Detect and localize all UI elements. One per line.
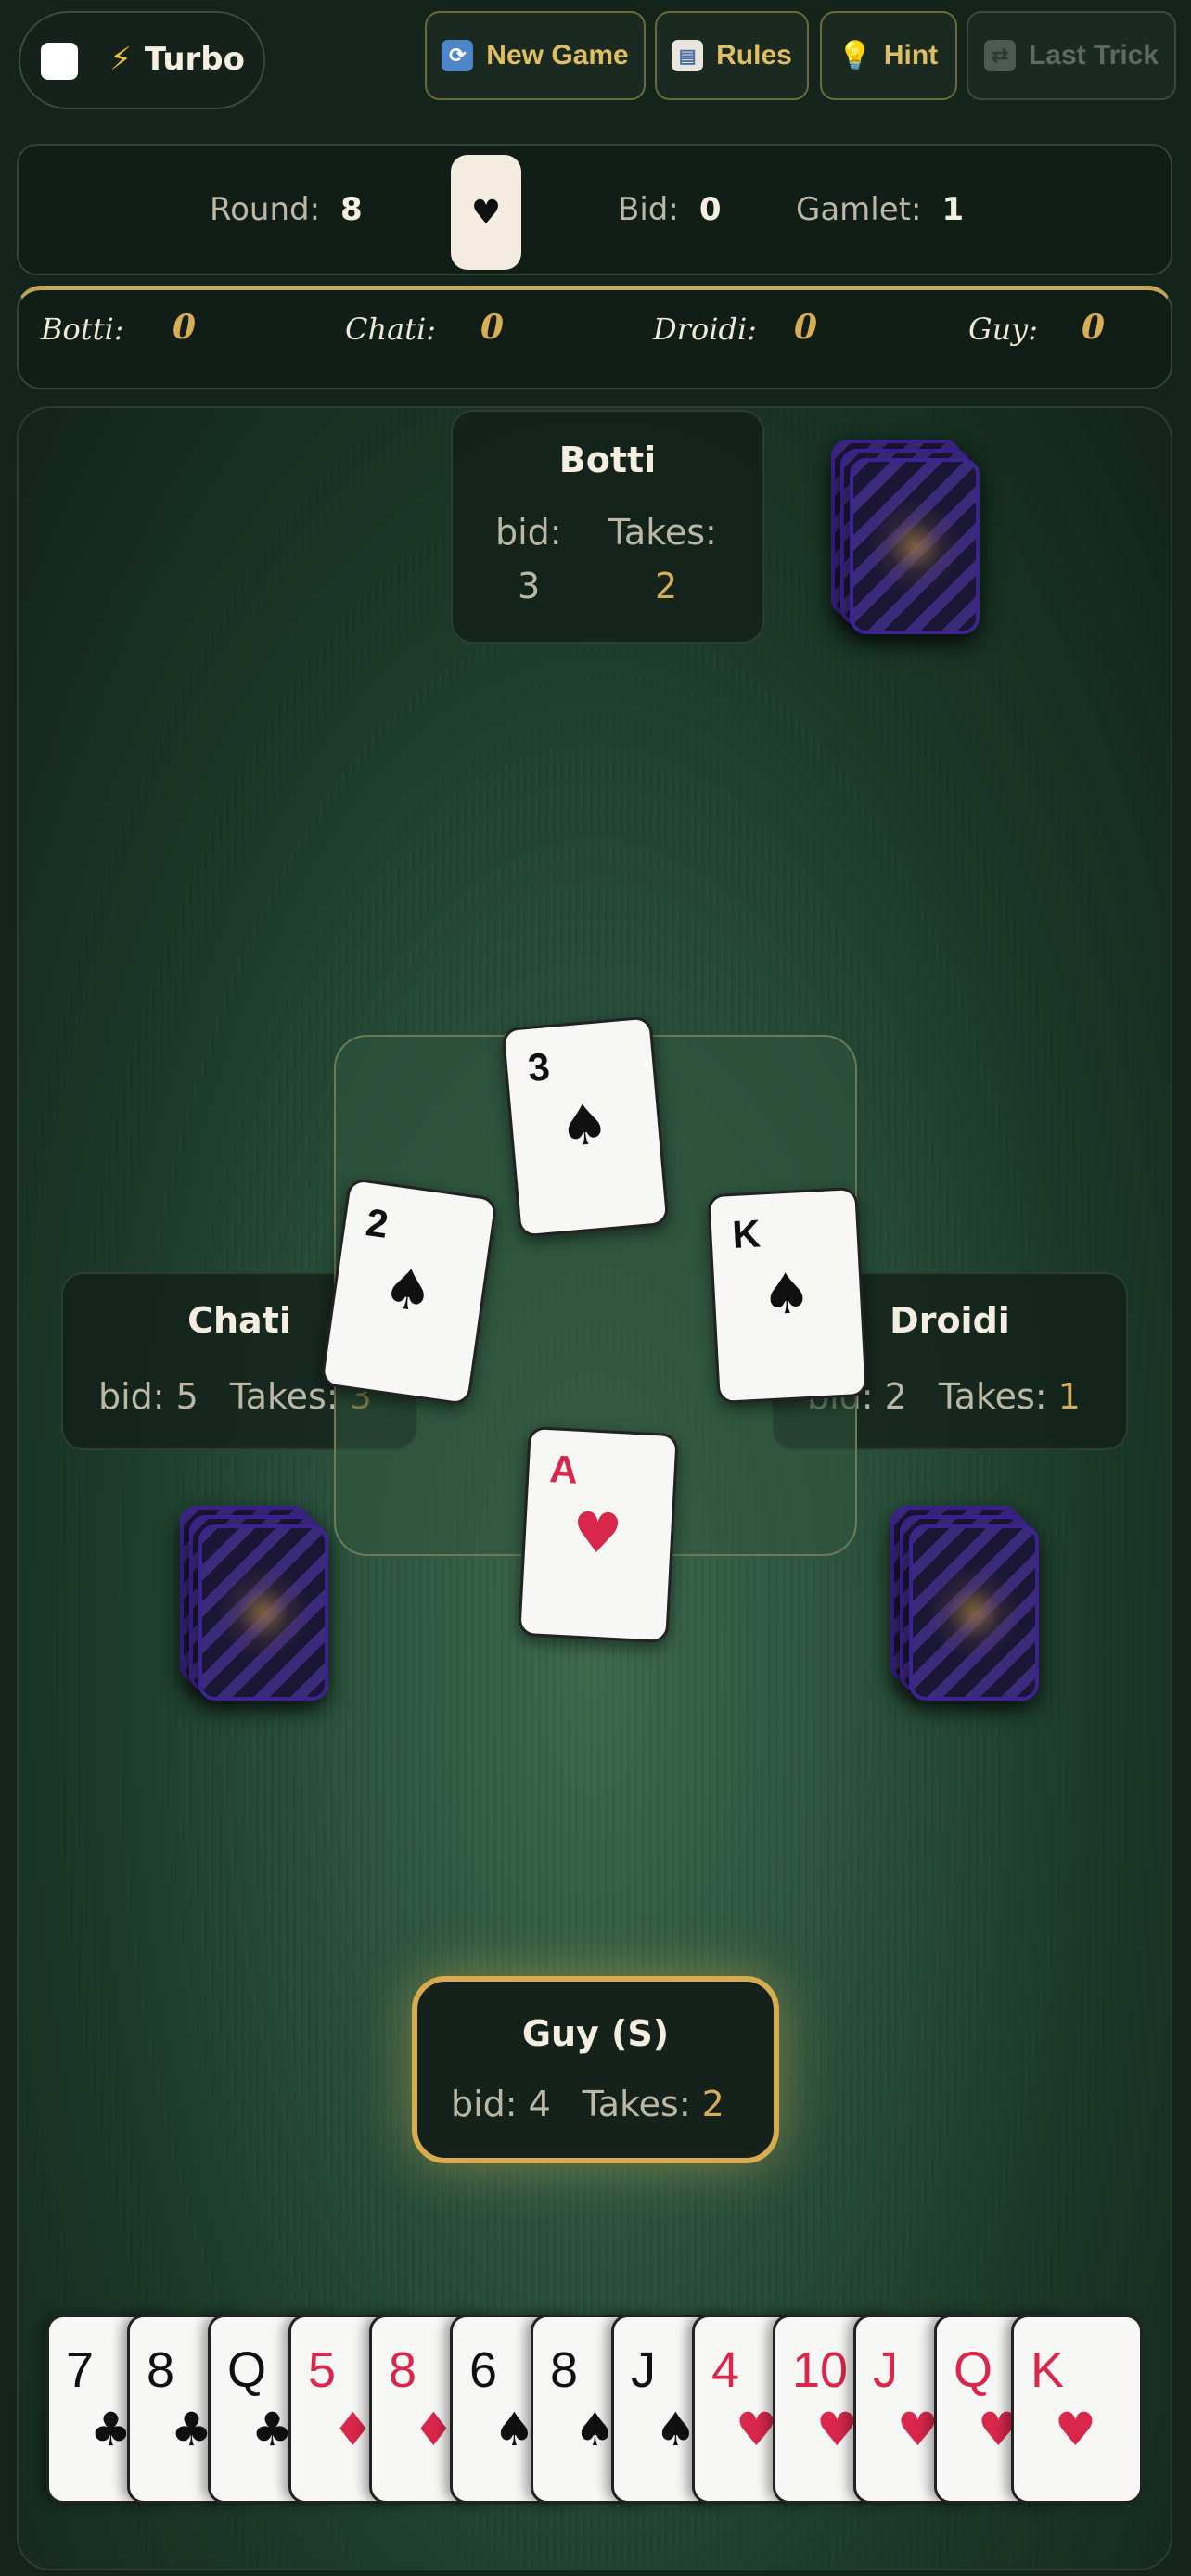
card-rank: K	[1031, 2342, 1065, 2398]
club-icon: ♣	[251, 2403, 293, 2456]
takes-value-north: 2	[655, 566, 678, 606]
played-card-east: K ♠	[707, 1186, 868, 1405]
club-icon: ♣	[90, 2403, 132, 2456]
book-icon: ▤	[672, 40, 704, 71]
spade-icon: ♠	[493, 2403, 535, 2456]
takes-value-south: 2	[701, 2084, 724, 2124]
turbo-text: Turbo	[144, 41, 246, 78]
takes-label-west: Takes:	[229, 1376, 339, 1417]
new-game-button[interactable]: ⟳ New Game	[425, 11, 646, 100]
card-rank: Q	[227, 2342, 267, 2398]
bid-value-west: 5	[175, 1376, 198, 1417]
hand-card-k-hearts[interactable]: K ♥	[1011, 2315, 1143, 2504]
gamlet-value: 1	[941, 191, 965, 228]
bid-value-north: 3	[518, 566, 541, 606]
repeat-icon: ⇄	[983, 40, 1016, 71]
card-rank: A	[548, 1447, 580, 1492]
score-name-guy: Guy:	[968, 312, 1039, 347]
hint-button[interactable]: 💡 Hint	[820, 11, 957, 100]
spade-icon: ♠	[574, 2403, 616, 2456]
bid-label-south: bid:	[451, 2084, 518, 2124]
card-rank: J	[873, 2342, 898, 2398]
bid-value: 0	[698, 191, 722, 228]
card-rank: 3	[526, 1044, 552, 1090]
card-rank: 6	[469, 2342, 498, 2398]
turbo-toggle[interactable]: ⚡ Turbo	[19, 11, 265, 109]
played-card-west: 2 ♠	[320, 1177, 498, 1407]
card-rank: 7	[66, 2342, 95, 2398]
bid-label-north: bid:	[495, 512, 562, 553]
diamond-icon: ♦	[332, 2403, 374, 2456]
game-info-bar	[17, 144, 1172, 275]
round-indicator: Round: 8	[210, 144, 363, 275]
takes-value-east: 1	[1057, 1376, 1081, 1417]
diamond-icon: ♦	[413, 2403, 455, 2456]
stats-south: bid: 4 Takes: 2	[451, 2084, 724, 2124]
gamlet-indicator: Gamlet: 1	[796, 144, 964, 275]
refresh-icon: ⟳	[442, 40, 474, 71]
lightning-icon: ⚡	[109, 41, 132, 78]
score-value-guy: 0	[1082, 308, 1106, 347]
played-card-north: 3 ♠	[501, 1015, 670, 1238]
card-back	[850, 458, 980, 634]
bid-indicator: Bid: 0	[618, 144, 721, 275]
card-rank: 5	[308, 2342, 337, 2398]
heart-icon: ♥	[1055, 2403, 1096, 2456]
heart-icon: ♥	[897, 2403, 939, 2456]
player-panel-north: Botti bid: Takes: 3 2	[451, 410, 764, 644]
takes-label-south: Takes:	[582, 2084, 691, 2124]
card-back	[909, 1524, 1039, 1701]
round-value: 8	[340, 191, 363, 228]
heart-icon: ♥	[736, 2403, 777, 2456]
heart-icon: ♥	[570, 1499, 624, 1568]
score-name-chati: Chati:	[345, 312, 437, 347]
card-rank: 2	[363, 1200, 391, 1246]
card-rank: Q	[954, 2342, 993, 2398]
trump-suit-card: ♥	[451, 155, 521, 270]
card-rank: J	[631, 2342, 656, 2398]
score-value-chati: 0	[480, 308, 505, 347]
last-trick-button[interactable]: ⇄ Last Trick	[967, 11, 1176, 100]
card-rank: 8	[389, 2342, 417, 2398]
takes-label-north: Takes:	[608, 512, 717, 553]
heart-icon: ♥	[816, 2403, 858, 2456]
spade-icon: ♠	[378, 1255, 438, 1327]
turbo-checkbox[interactable]	[41, 43, 78, 80]
takes-label-east: Takes:	[938, 1376, 1047, 1417]
bid-value-south: 4	[528, 2084, 551, 2124]
card-back	[198, 1524, 328, 1701]
score-value-droidi: 0	[794, 308, 818, 347]
club-icon: ♣	[171, 2403, 212, 2456]
player-panel-south: Guy (S) bid: 4 Takes: 2	[412, 1976, 779, 2163]
last-trick-label: Last Trick	[1028, 40, 1159, 70]
spade-icon: ♠	[556, 1090, 612, 1161]
card-rank: 4	[711, 2342, 740, 2398]
card-rank: K	[731, 1211, 762, 1256]
player-name-south: Guy (S)	[521, 2013, 670, 2054]
player-name-north: Botti	[558, 440, 657, 480]
card-rank: 8	[550, 2342, 579, 2398]
spade-icon: ♠	[760, 1260, 813, 1329]
rules-label: Rules	[716, 40, 792, 70]
round-label: Round:	[210, 191, 321, 228]
lightbulb-icon: 💡	[838, 40, 873, 71]
turbo-label: ⚡ Turbo	[109, 41, 245, 78]
score-name-droidi: Droidi:	[653, 312, 757, 347]
card-rank: 8	[147, 2342, 175, 2398]
spade-icon: ♠	[655, 2403, 697, 2456]
card-rank: 10	[792, 2342, 849, 2398]
new-game-label: New Game	[486, 40, 629, 70]
bid-label-west: bid:	[98, 1376, 165, 1417]
bid-label: Bid:	[618, 191, 679, 228]
hint-label: Hint	[883, 40, 939, 70]
bid-value-east: 2	[884, 1376, 907, 1417]
rules-button[interactable]: ▤ Rules	[655, 11, 809, 100]
score-value-botti: 0	[173, 308, 197, 347]
score-name-botti: Botti:	[41, 312, 124, 347]
gamlet-label: Gamlet:	[796, 191, 922, 228]
played-card-south: A ♥	[518, 1425, 679, 1644]
heart-icon: ♥	[470, 193, 502, 232]
